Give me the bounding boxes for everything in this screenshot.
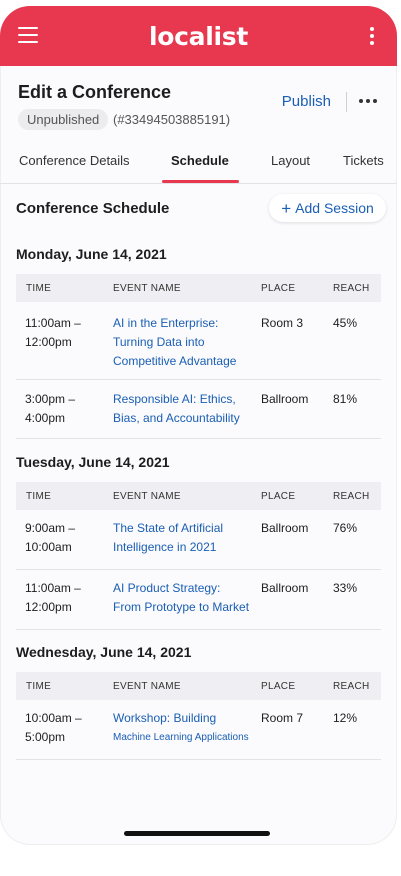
table-header: TIME EVENT NAME PLACE REACH — [16, 482, 381, 510]
day-title: Tuesday, June 14, 2021 — [16, 454, 170, 470]
table-row: 10:00am –5:00pm Workshop: Building Machin… — [16, 700, 381, 760]
session-time: 10:00am –5:00pm — [25, 711, 82, 744]
tab-conference-details[interactable]: Conference Details — [19, 153, 130, 168]
session-reach: 81% — [333, 392, 358, 406]
kebab-menu-icon[interactable] — [369, 25, 375, 47]
day-title: Monday, June 14, 2021 — [16, 246, 167, 262]
column-header-event-name: EVENT NAME — [113, 283, 181, 294]
table-row: 3:00pm –4:00pm Responsible AI: Ethics, Bi… — [16, 380, 381, 439]
brand-logo: localist — [148, 21, 248, 51]
session-name-link[interactable]: Workshop: Building Machine Learning Appli… — [113, 709, 249, 747]
day-section-tuesday: Tuesday, June 14, 2021 TIME EVENT NAME P… — [0, 441, 397, 631]
column-header-reach: REACH — [333, 491, 370, 502]
more-options-icon[interactable] — [359, 99, 377, 103]
tab-schedule[interactable]: Schedule — [171, 153, 229, 168]
session-time: 11:00am –12:00pm — [25, 581, 81, 614]
conference-id: (#33494503885191) — [113, 112, 231, 127]
add-session-button[interactable]: + Add Session — [269, 194, 386, 222]
column-header-reach: REACH — [333, 283, 370, 294]
hamburger-menu-icon[interactable] — [18, 27, 38, 43]
table-header: TIME EVENT NAME PLACE REACH — [16, 274, 381, 302]
session-name-link[interactable]: The State of Artificial Intelligence in 2… — [113, 519, 223, 557]
schedule-title: Conference Schedule — [16, 200, 170, 217]
active-tab-indicator — [162, 180, 239, 183]
day-title: Wednesday, June 14, 2021 — [16, 644, 192, 660]
table-header: TIME EVENT NAME PLACE REACH — [16, 672, 381, 700]
session-time: 3:00pm –4:00pm — [25, 392, 76, 425]
session-time: 11:00am –12:00pm — [25, 316, 81, 349]
session-time: 9:00am –10:00am — [25, 521, 76, 554]
table-row: 11:00am –12:00pm AI in the Enterprise: Tu… — [16, 302, 381, 380]
session-reach: 45% — [333, 316, 358, 330]
session-place: Room 7 — [261, 711, 304, 725]
column-header-event-name: EVENT NAME — [113, 491, 181, 502]
session-reach: 12% — [333, 711, 358, 725]
schedule-header: Conference Schedule + Add Session — [0, 184, 397, 234]
title-block: Edit a Conference Unpublished (#33494503… — [0, 66, 397, 146]
status-badge: Unpublished — [18, 109, 109, 130]
table-row: 11:00am –12:00pm AI Product Strategy: Fro… — [16, 570, 381, 630]
plus-icon: + — [281, 198, 292, 218]
column-header-place: PLACE — [261, 681, 296, 692]
publish-button[interactable]: Publish — [282, 93, 331, 110]
column-header-time: TIME — [26, 681, 52, 692]
tab-tickets[interactable]: Tickets — [343, 153, 384, 168]
session-reach: 33% — [333, 581, 358, 595]
session-name-link[interactable]: AI Product Strategy: From Prototype to Ma… — [113, 579, 249, 617]
session-place: Ballroom — [261, 581, 309, 595]
home-indicator — [124, 831, 270, 836]
add-session-label: Add Session — [295, 200, 374, 216]
tab-layout[interactable]: Layout — [271, 153, 310, 168]
page-title: Edit a Conference — [18, 82, 172, 102]
column-header-time: TIME — [26, 283, 52, 294]
column-header-event-name: EVENT NAME — [113, 681, 181, 692]
day-section-wednesday: Wednesday, June 14, 2021 TIME EVENT NAME… — [0, 631, 397, 761]
table-row: 9:00am –10:00am The State of Artificial I… — [16, 510, 381, 570]
session-place: Ballroom — [261, 521, 309, 535]
column-header-place: PLACE — [261, 283, 296, 294]
phone-frame: localist Edit a Conference Unpublished (… — [0, 6, 397, 845]
session-reach: 76% — [333, 521, 358, 535]
column-header-place: PLACE — [261, 491, 296, 502]
session-place: Room 3 — [261, 316, 304, 330]
tab-bar: Conference Details Schedule Layout Ticke… — [0, 146, 397, 184]
app-header: localist — [0, 6, 397, 66]
session-name-link[interactable]: AI in the Enterprise: Turning Data into Co… — [113, 314, 236, 371]
session-name-link[interactable]: Responsible AI: Ethics, Bias, and Account… — [113, 390, 240, 428]
column-header-time: TIME — [26, 491, 52, 502]
column-header-reach: REACH — [333, 681, 370, 692]
divider — [346, 92, 347, 112]
session-place: Ballroom — [261, 392, 309, 406]
day-section-monday: Monday, June 14, 2021 TIME EVENT NAME PL… — [0, 234, 397, 441]
